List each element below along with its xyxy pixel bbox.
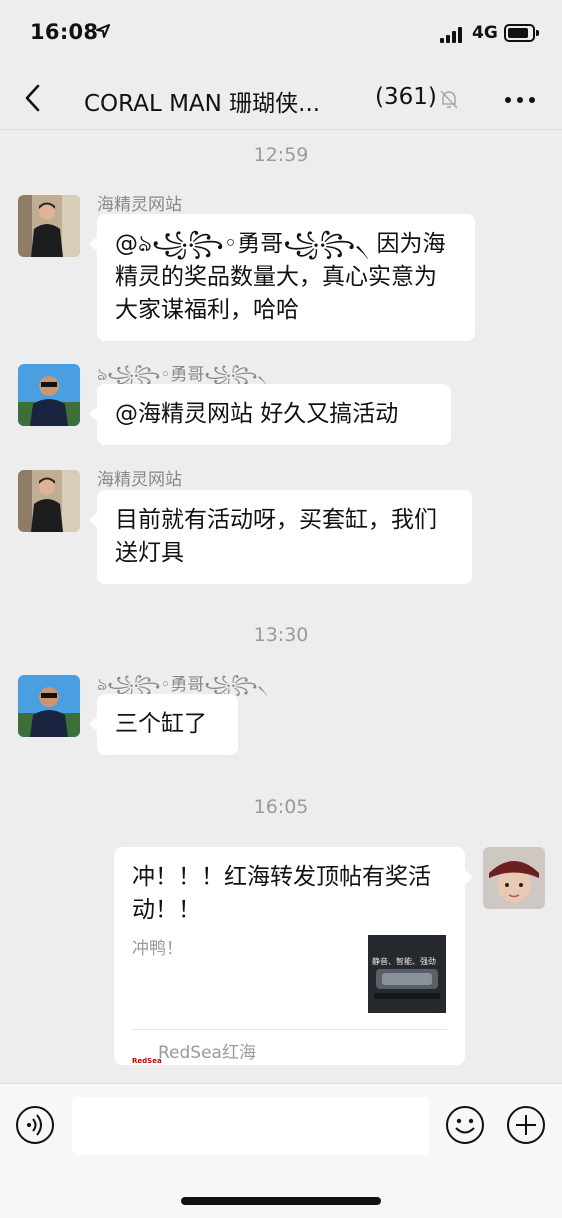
timestamp: 13:30 [253, 624, 309, 646]
home-indicator[interactable] [181, 1197, 381, 1205]
battery-icon [504, 24, 539, 42]
plus-icon[interactable] [506, 1105, 546, 1145]
timestamp: 16:05 [253, 796, 309, 818]
message-bubble[interactable]: @ঌ꧁꧂◦勇哥꧁꧂৲ 因为海精灵的奖品数量大，真心实意为大家谋福利，哈哈 [89, 214, 475, 341]
card-source: RedSea红海 [158, 1043, 256, 1063]
avatar[interactable] [18, 195, 80, 257]
emoji-icon[interactable] [445, 1105, 485, 1145]
more-options-icon[interactable] [502, 90, 538, 110]
chat-screen: 16:08 4G CORAL MAN 珊瑚侠... (361) 12:59 海精… [0, 0, 562, 1218]
link-card[interactable]: 冲！！！红海转发顶帖有奖活动！！ 冲鸭！ 静音、智能、强劲 RedSea Red… [114, 847, 473, 1065]
back-icon[interactable] [18, 80, 52, 116]
message-bubble[interactable]: 三个缸了 [89, 694, 238, 755]
card-thumbnail: 静音、智能、强劲 [368, 935, 446, 1013]
location-arrow-icon [96, 24, 110, 38]
message-bubble[interactable]: @海精灵网站 好久又搞活动 [89, 384, 451, 445]
message-text: 三个缸了 [115, 711, 207, 737]
member-count: (361) [375, 84, 437, 110]
message-text: @海精灵网站 好久又搞活动 [115, 401, 399, 427]
avatar[interactable] [18, 364, 80, 426]
card-description: 冲鸭！ [132, 939, 183, 959]
message-input[interactable] [72, 1097, 430, 1155]
sender-name: 海精灵网站 [97, 195, 182, 215]
network-type: 4G [472, 23, 498, 43]
avatar[interactable] [483, 847, 545, 909]
message-text: 目前就有活动呀，买套缸，我们送灯具 [115, 507, 437, 566]
card-title: 冲！！！红海转发顶帖有奖活动！！ [132, 864, 431, 923]
chat-title: CORAL MAN 珊瑚侠... [84, 91, 321, 117]
nav-bar: CORAL MAN 珊瑚侠... (361) [0, 68, 562, 130]
card-divider [132, 1029, 447, 1030]
mute-bell-icon [440, 90, 458, 109]
message-bubble[interactable]: 目前就有活动呀，买套缸，我们送灯具 [89, 490, 472, 584]
signal-icon [440, 27, 466, 43]
avatar[interactable] [18, 470, 80, 532]
message-text: @ঌ꧁꧂◦勇哥꧁꧂৲ 因为海精灵的奖品数量大，真心实意为大家谋福利，哈哈 [115, 231, 446, 323]
avatar[interactable] [18, 675, 80, 737]
voice-input-icon[interactable] [15, 1105, 55, 1145]
status-time: 16:08 [30, 20, 99, 44]
status-bar: 16:08 4G [0, 0, 562, 68]
timestamp: 12:59 [253, 144, 309, 166]
sender-name: 海精灵网站 [97, 470, 182, 490]
